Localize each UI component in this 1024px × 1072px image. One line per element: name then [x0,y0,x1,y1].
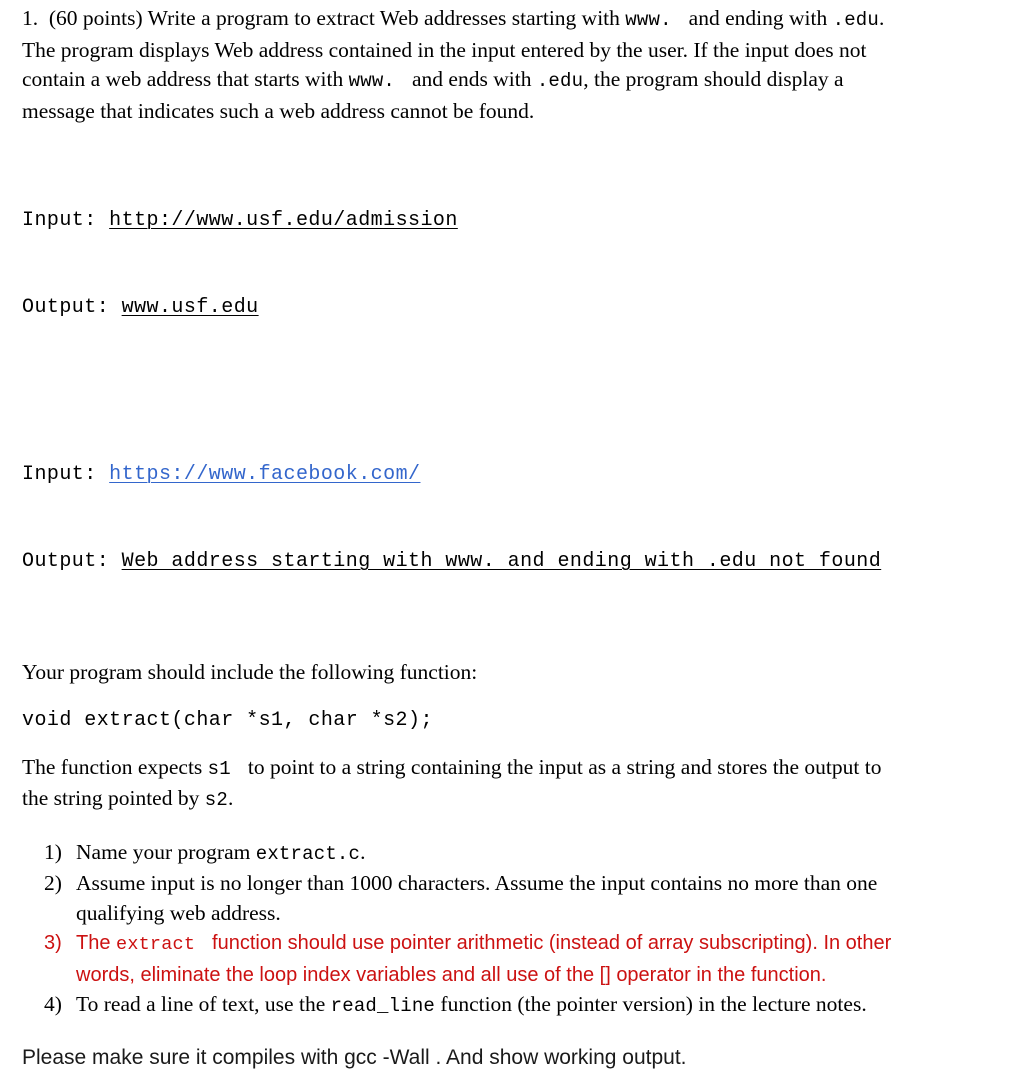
function-description-paragraph: The function expects s1 to point to a st… [22,753,902,816]
requirement-4-text-part-1: To read a line of text, use the [76,992,331,1016]
function-intro-paragraph: Your program should include the followin… [22,660,478,684]
intro-code-edu-1: .edu [832,9,880,31]
intro-code-www-2: www. [348,70,396,92]
intro-code-www-1: www. [625,9,672,31]
closing-note: Please make sure it compiles with gcc -W… [22,1045,687,1069]
question-points: (60 points) [48,6,143,30]
requirement-item-3: 3) The extract function should use pointe… [22,928,922,990]
spacer-text [97,463,109,486]
intro-text-part-4: and ends with [406,67,537,91]
spacer-text [109,550,121,573]
function-signature-block: void extract(char *s1, char *s2); [22,706,1014,735]
question-number: 1. [22,6,39,30]
spacer-text [38,6,49,30]
requirement-1-marker: 1) [44,839,62,864]
requirement-4-text-part-2: function (the pointer version) in the le… [435,992,867,1016]
requirements-list: 1) Name your program extract.c. 2) Assume … [22,838,922,1022]
intro-code-edu-2: .edu [536,70,584,92]
requirement-item-1: 1) Name your program extract.c. [22,838,922,870]
requirement-1-text-part-2: . [360,839,366,864]
example-2-output-message[interactable]: Web address starting with www. and endin… [122,550,882,573]
intro-text-part-2: and ending with [683,6,833,30]
document-page: 1. (60 points) Write a program to extrac… [0,0,1024,1069]
function-desc-part-1: The function expects [22,754,208,779]
intro-text-part-1: Write a program to extract Web addresses… [147,6,626,30]
example-block-2: Input: https://www.facebook.com/ Output:… [22,402,1014,634]
requirement-item-4: 4) To read a line of text, use the read_l… [22,990,922,1022]
example-2-output-label: Output: [22,550,110,573]
example-1-input-url[interactable]: http://www.usf.edu/admission [109,209,458,232]
function-desc-code-s1: s1 [207,757,231,780]
example-1-output-url[interactable]: www.usf.edu [122,296,259,319]
example-2-output-line: Output: Web address starting with www. a… [22,547,1014,576]
function-signature: void extract(char *s1, char *s2); [22,708,433,732]
example-1-input-line: Input: http://www.usf.edu/admission [22,206,1014,235]
function-desc-part-3: . [227,786,234,810]
requirement-3-marker: 3) [44,932,62,954]
spacer-text [97,209,109,232]
requirement-item-2: 2) Assume input is no longer than 1000 ch… [22,869,922,928]
example-1-input-label: Input: [22,209,97,232]
requirement-2-marker: 2) [44,871,62,895]
function-desc-code-s2: s2 [204,789,228,811]
example-2-input-url-link[interactable]: https://www.facebook.com/ [109,463,420,486]
example-1-output-label: Output: [22,296,110,319]
spacer-text [109,296,121,319]
requirement-3-text-part-1: The [76,932,117,954]
example-2-input-label: Input: [22,463,97,486]
example-block-1: Input: http://www.usf.edu/admission Outp… [22,148,1014,380]
requirement-1-text-part-1: Name your program [76,839,256,864]
requirement-3-code-extract: extract [116,934,196,955]
example-1-output-line: Output: www.usf.edu [22,293,1014,322]
question-intro-paragraph: 1. (60 points) Write a program to extrac… [22,4,888,126]
requirement-4-marker: 4) [44,992,62,1016]
requirement-1-code-filename: extract.c [255,842,361,865]
requirement-4-code-read-line: read_line [330,995,436,1017]
example-2-input-line: Input: https://www.facebook.com/ [22,460,1014,489]
requirement-2-text-part-1: Assume input is no longer than 1000 char… [76,871,878,925]
